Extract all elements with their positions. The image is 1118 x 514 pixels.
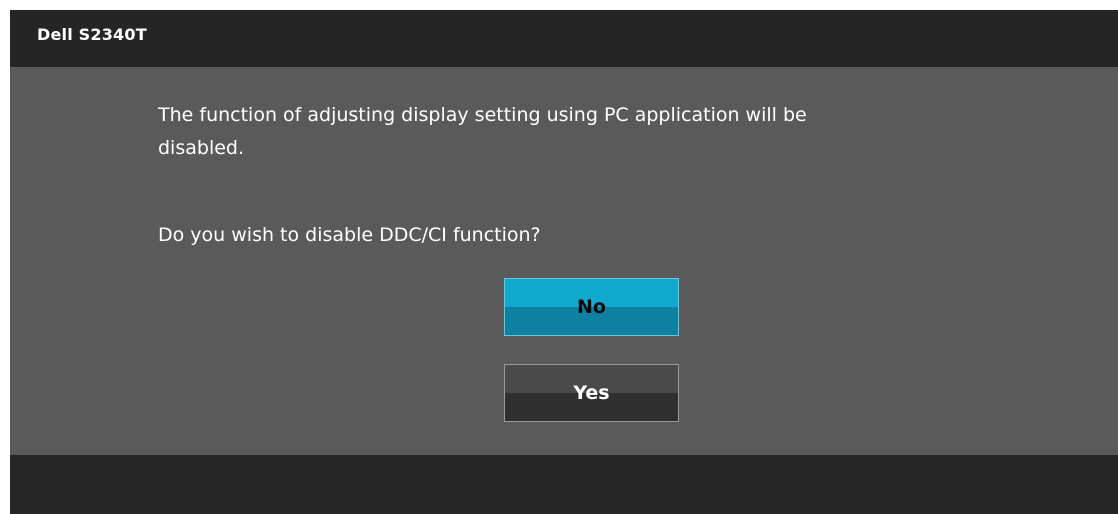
dialog-content: The function of adjusting display settin… (10, 67, 1118, 455)
message-line-2: disabled. (158, 137, 245, 159)
dialog-title: Dell S2340T (37, 25, 147, 44)
title-bar: Dell S2340T (10, 10, 1118, 67)
footer-bar (10, 455, 1118, 514)
no-button-label: No (577, 296, 606, 318)
message-line-1: The function of adjusting display settin… (158, 104, 807, 126)
dialog-message: The function of adjusting display settin… (158, 99, 1058, 165)
yes-button-label: Yes (573, 382, 610, 404)
dialog-question: Do you wish to disable DDC/CI function? (158, 224, 541, 246)
monitor-osd-dialog: Dell S2340T The function of adjusting di… (0, 0, 1118, 514)
no-button[interactable]: No (504, 278, 679, 336)
yes-button[interactable]: Yes (504, 364, 679, 422)
